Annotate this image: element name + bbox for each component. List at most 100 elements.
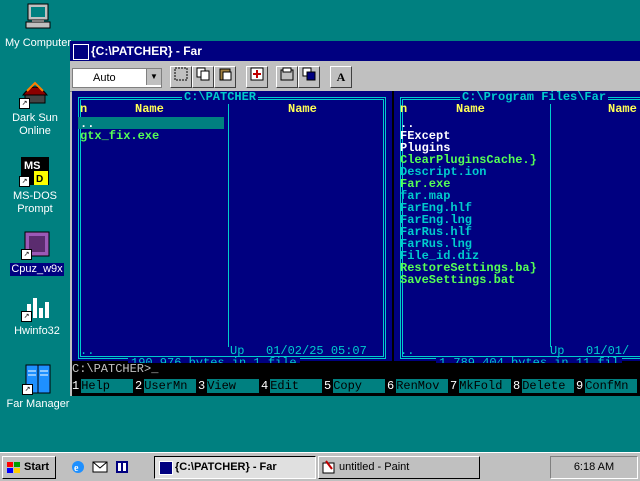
fkey-label: RenMov [396,379,449,393]
taskbar-task-far[interactable]: {C:\PATCHER} - Far [154,456,316,479]
fkey-number: 7 [450,379,460,393]
paste-button[interactable] [214,66,236,88]
taskbar: Start e {C:\PATCHER} - Far untitled - Pa… [0,452,640,481]
fkey-label: ConfMn [585,379,638,393]
channels-quicklaunch-icon[interactable] [114,459,130,475]
command-line[interactable]: C:\PATCHER>_ [72,363,640,376]
shortcut-arrow-icon: ↗ [19,98,30,109]
mark-button[interactable] [170,66,192,88]
properties-icon [280,67,294,81]
desktop-icon-far-manager[interactable]: ↗ Far Manager [3,363,73,411]
mark-icon [174,67,188,81]
fkey-label: Help [81,379,134,393]
far-console[interactable]: C:\PATCHER n Name Name .. gtx_fix.exe ..… [72,91,640,396]
desktop-icon-label: Dark Sun Online [12,112,58,137]
selection-cursor [78,117,224,129]
panel-status-name: .. [400,344,415,358]
background-button[interactable] [298,66,320,88]
window-titlebar[interactable]: {C:\PATCHER} - Far [70,41,640,61]
fkey-number: 5 [324,379,334,393]
fkey-6[interactable]: 6 RenMov [387,379,449,393]
column-header-name: Name [288,102,317,116]
fkey-4[interactable]: 4 Edit [261,379,323,393]
column-header-name: Name [608,102,637,116]
fkey-number: 1 [72,379,82,393]
fkey-1[interactable]: 1 Help [72,379,134,393]
right-file-panel[interactable]: C:\Program Files\Far n Name Name .. FExce… [394,91,640,370]
properties-button[interactable] [276,66,298,88]
font-size-value: Auto [93,72,116,84]
window-toolbar: Auto ▼ A [70,61,640,92]
fullscreen-button[interactable] [246,66,268,88]
fkey-7[interactable]: 7 MkFold [450,379,512,393]
ie-quicklaunch-icon[interactable]: e [70,459,86,475]
desktop-icon-dark-sun-online[interactable]: ↗ Dark Sun Online [0,77,70,138]
file-entry[interactable]: SaveSettings.bat [400,274,515,286]
window-title: {C:\PATCHER} - Far [91,44,202,58]
copy-button[interactable] [192,66,214,88]
paint-icon [322,460,335,474]
fkey-2[interactable]: 2 UserMn [135,379,197,393]
shortcut-arrow-icon: ↗ [19,176,30,187]
far-manager-icon: ↗ [22,363,54,395]
system-tray: 6:18 AM [550,456,638,479]
file-entry[interactable]: gtx_fix.exe [80,130,159,142]
start-button[interactable]: Start [2,456,56,479]
fkey-label: Copy [333,379,386,393]
copy-icon [196,67,210,81]
svg-text:D: D [36,174,43,185]
column-divider [228,100,229,347]
desktop-icon-label: MS-DOS Prompt [13,190,57,215]
column-header-n: n [400,102,408,116]
outlook-quicklaunch-icon[interactable] [92,459,108,475]
fkey-number: 9 [576,379,586,393]
desktop-icon-label: Cpuz_w9x [10,263,64,276]
svg-text:e: e [74,463,79,474]
task-label: {C:\PATCHER} - Far [175,461,277,473]
desktop-icon-my-computer[interactable]: My Computer [3,2,73,50]
fullscreen-icon [250,67,264,81]
fkey-5[interactable]: 5 Copy [324,379,386,393]
task-label: untitled - Paint [339,461,410,473]
fkey-number: 2 [135,379,145,393]
fkey-label: Delete [522,379,575,393]
left-file-panel[interactable]: C:\PATCHER n Name Name .. gtx_fix.exe ..… [72,91,392,370]
dark-sun-icon: ↗ [19,77,51,109]
desktop-icon-cpuz[interactable]: ↗ Cpuz_w9x [2,228,72,276]
desktop-icon-label: My Computer [4,37,72,49]
panel-path-title: C:\PATCHER [182,91,259,104]
desktop-icon-label: Hwinfo32 [14,325,60,337]
taskbar-task-paint[interactable]: untitled - Paint [318,456,480,479]
shortcut-arrow-icon: ↗ [22,384,33,395]
column-header-name: Name [456,102,485,116]
fkey-label: MkFold [459,379,512,393]
fkey-8[interactable]: 8 Delete [513,379,575,393]
fkey-label: UserMn [144,379,197,393]
fkey-number: 6 [387,379,397,393]
column-header-n: n [80,102,88,116]
chevron-down-icon[interactable]: ▼ [146,69,161,85]
fkey-label: Edit [270,379,323,393]
desktop-icon-label: Far Manager [6,398,70,410]
start-label: Start [24,461,50,473]
function-key-bar: 1 Help 2 UserMn 3 View 4 Edit 5 Copy 6 RenMov 7 MkFol… [72,379,640,393]
fkey-3[interactable]: 3 View [198,379,260,393]
window-system-menu-icon[interactable] [73,44,89,60]
fkey-label: View [207,379,260,393]
fkey-number: 8 [513,379,523,393]
fkey-9[interactable]: 9 ConfMn [576,379,638,393]
font-button[interactable]: A [330,66,352,88]
column-header-name: Name [135,102,164,116]
desktop-icon-ms-dos-prompt[interactable]: MS D ↗ MS-DOS Prompt [0,155,70,216]
shortcut-arrow-icon: ↗ [21,311,32,322]
cpuz-icon: ↗ [21,228,53,260]
column-divider [550,100,551,347]
shortcut-arrow-icon: ↗ [21,249,32,260]
font-size-select[interactable]: Auto ▼ [72,68,162,88]
panel-status-name: .. [80,344,95,358]
desktop-icon-hwinfo32[interactable]: ↗ Hwinfo32 [2,290,72,338]
clock[interactable]: 6:18 AM [574,461,614,473]
svg-text:MS: MS [24,160,41,172]
ms-dos-icon: MS D ↗ [19,155,51,187]
fkey-number: 3 [198,379,208,393]
